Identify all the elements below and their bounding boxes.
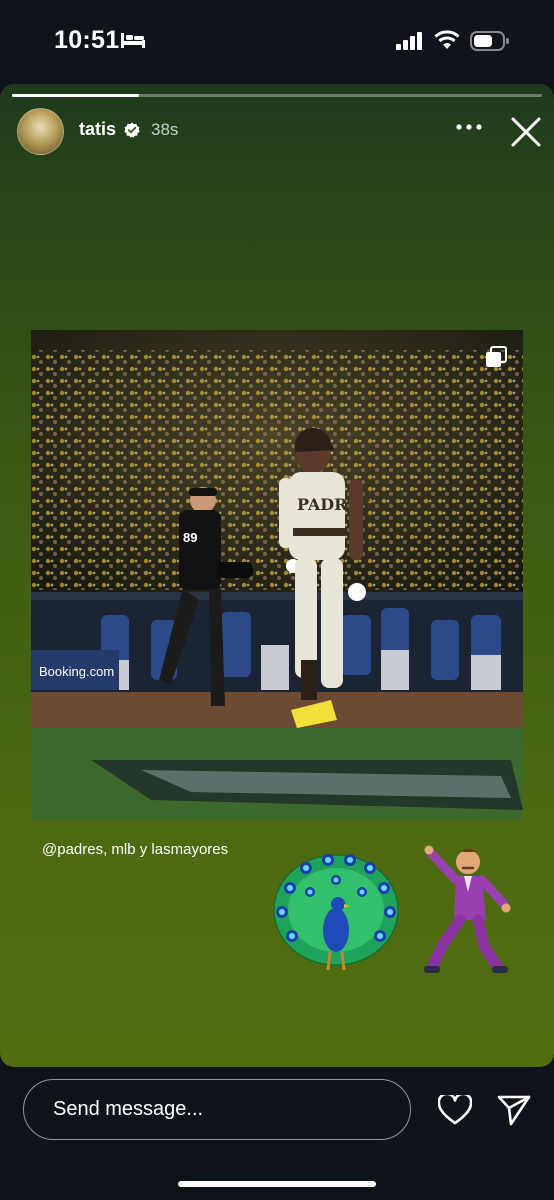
send-icon[interactable] [497,1094,531,1126]
story-viewer[interactable]: tatis 38s Booking.com 89 PADRES @padres,… [0,84,554,1067]
more-icon[interactable] [455,122,483,132]
heart-icon[interactable] [438,1095,472,1125]
verified-badge-icon [124,122,140,138]
home-indicator [178,1181,376,1187]
close-icon[interactable] [510,116,542,148]
avatar[interactable] [17,108,64,155]
message-placeholder: Send message... [53,1098,204,1120]
stadium-sign: Booking.com [39,664,114,679]
status-time: 10:51 [54,26,120,54]
story-progress-fill [12,94,140,97]
bed-icon [121,33,145,48]
story-progress-track [12,94,542,97]
umpire-number: 89 [183,530,197,545]
send-message-input[interactable]: Send message... [23,1079,411,1140]
status-bar: 10:51 [0,0,554,84]
shared-post[interactable]: Booking.com 89 PADRES [31,330,523,820]
man-dancing-sticker-icon[interactable] [420,842,512,978]
carousel-icon [486,346,507,367]
signal-icon [396,32,422,50]
story-timestamp: 38s [151,120,179,139]
post-photo: Booking.com 89 PADRES [31,330,523,820]
post-caption[interactable]: @padres, mlb y lasmayores [42,841,228,858]
story-username[interactable]: tatis [79,119,116,140]
wifi-icon [434,30,460,49]
peacock-sticker-icon[interactable] [270,848,402,976]
battery-icon [470,31,509,51]
